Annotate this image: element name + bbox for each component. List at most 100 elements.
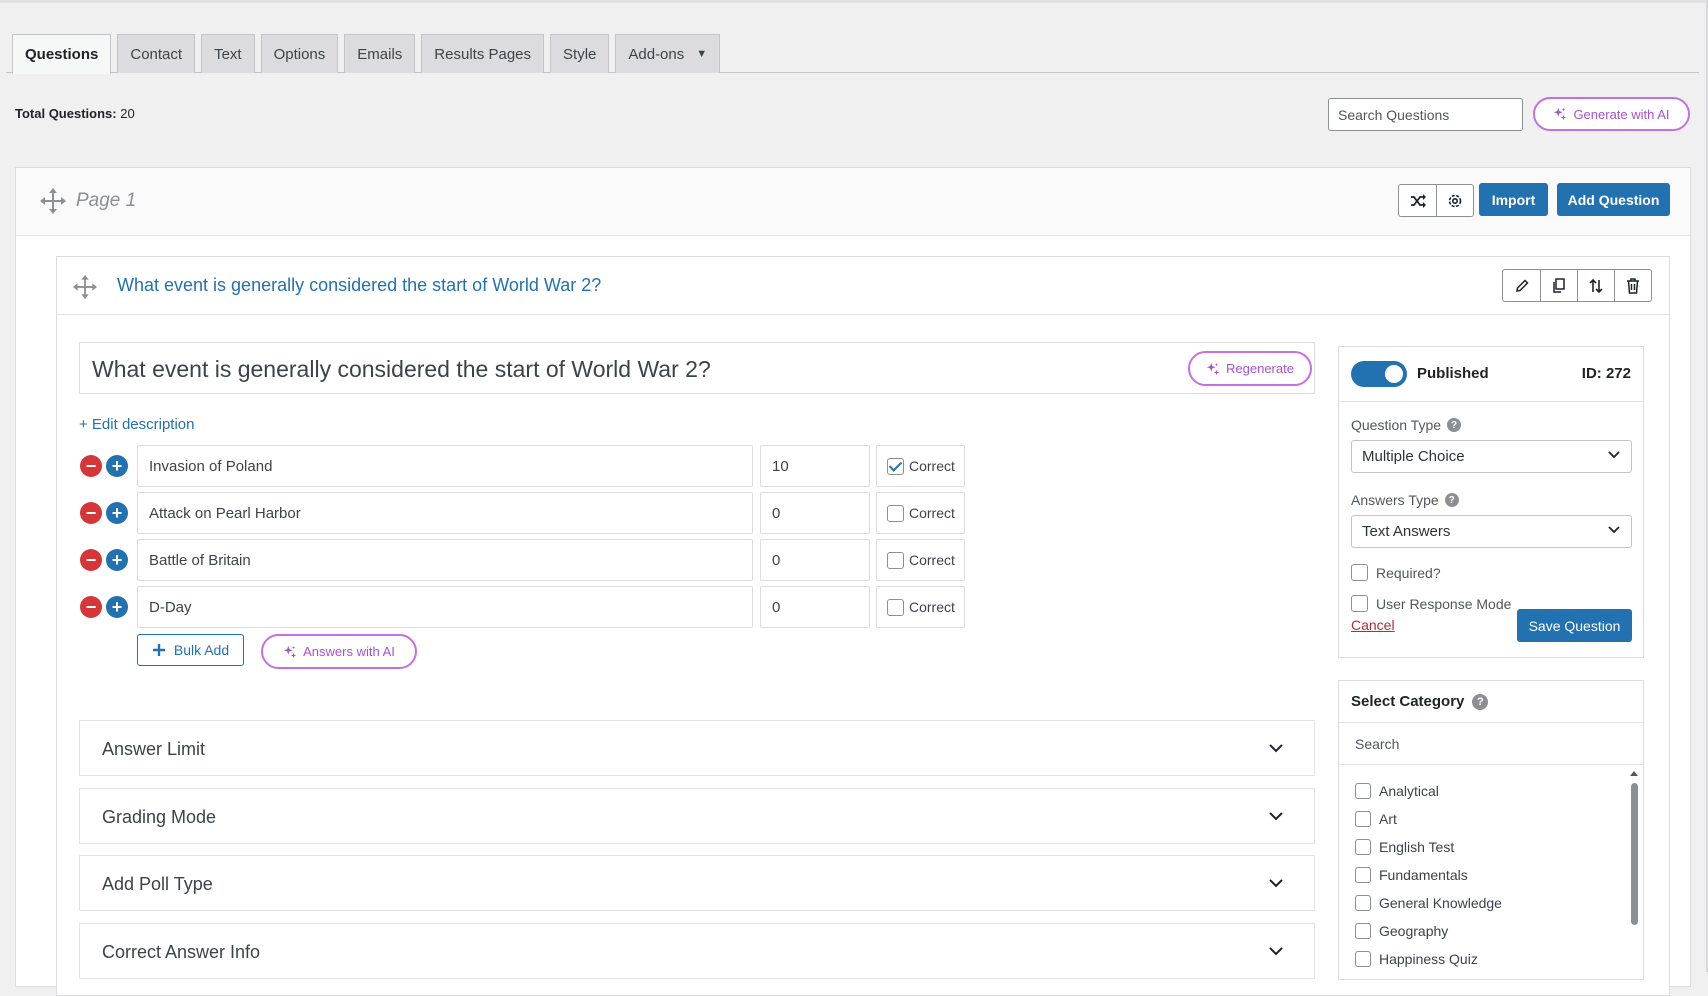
shuffle-button[interactable]	[1399, 185, 1436, 216]
tab-contact[interactable]: Contact	[117, 34, 196, 73]
checkbox-icon	[1355, 783, 1371, 799]
category-search-input[interactable]	[1339, 723, 1643, 765]
edit-question-button[interactable]	[1503, 270, 1540, 301]
answer-text-field[interactable]: Attack on Pearl Harbor	[137, 492, 753, 534]
page-settings-button[interactable]	[1436, 185, 1473, 216]
accordion-label: Correct Answer Info	[102, 942, 261, 962]
tab-label: Contact	[130, 45, 183, 63]
duplicate-question-button[interactable]	[1540, 270, 1577, 301]
answer-text: Invasion of Poland	[149, 457, 273, 475]
published-toggle[interactable]	[1351, 361, 1407, 387]
move-handle-icon[interactable]	[73, 275, 97, 299]
remove-answer-button[interactable]: −	[80, 455, 102, 477]
correct-checkbox[interactable]: Correct	[876, 539, 965, 581]
tab-questions[interactable]: Questions	[12, 34, 112, 74]
remove-answer-button[interactable]: −	[80, 549, 102, 571]
required-checkbox[interactable]: Required?	[1351, 564, 1441, 581]
checkbox-label: User Response Mode	[1376, 595, 1512, 612]
accordion-add-poll-type[interactable]: Add Poll Type	[79, 855, 1315, 911]
delete-question-button[interactable]	[1614, 270, 1651, 301]
regenerate-label: Regenerate	[1226, 361, 1294, 376]
total-label: Total Questions:	[15, 106, 117, 121]
save-question-button[interactable]: Save Question	[1517, 609, 1632, 642]
generate-ai-label: Generate with AI	[1573, 106, 1670, 122]
answer-row: − + Invasion of Poland 10 Correct	[80, 445, 970, 487]
answer-points: 0	[772, 598, 781, 616]
answer-text-field[interactable]: D-Day	[137, 586, 753, 628]
bulk-add-button[interactable]: Bulk Add	[137, 634, 244, 666]
regenerate-button[interactable]: Regenerate	[1188, 351, 1312, 386]
move-handle-icon[interactable]	[40, 188, 66, 214]
correct-checkbox[interactable]: Correct	[876, 445, 965, 487]
accordion-label: Grading Mode	[102, 807, 217, 827]
answer-text-field[interactable]: Battle of Britain	[137, 539, 753, 581]
scroll-up-arrow-icon[interactable]	[1630, 771, 1638, 776]
tab-add-ons[interactable]: Add-ons ▼	[615, 34, 721, 73]
add-answer-button[interactable]: +	[106, 596, 128, 618]
chevron-down-icon	[1269, 744, 1283, 753]
user-response-mode-checkbox[interactable]: User Response Mode	[1351, 595, 1511, 612]
accordion-correct-answer-info[interactable]: Correct Answer Info	[79, 923, 1315, 979]
answers-with-ai-button[interactable]: Answers with AI	[261, 634, 417, 669]
import-button[interactable]: Import	[1479, 183, 1548, 216]
accordion-grading-mode[interactable]: Grading Mode	[79, 788, 1315, 844]
question-type-select[interactable]: Multiple Choice	[1351, 440, 1632, 473]
checkbox-checked-icon	[887, 457, 904, 475]
tab-options[interactable]: Options	[260, 34, 339, 73]
tab-emails[interactable]: Emails	[344, 34, 416, 73]
save-label: Save Question	[1528, 617, 1621, 634]
sparkle-icon	[283, 645, 297, 658]
tab-label: Options	[273, 45, 326, 63]
help-icon[interactable]: ?	[1447, 418, 1462, 432]
add-question-button[interactable]: Add Question	[1557, 183, 1670, 216]
help-icon[interactable]: ?	[1444, 493, 1459, 507]
category-item[interactable]: Art	[1355, 805, 1502, 833]
category-item[interactable]: Fundamentals	[1355, 861, 1502, 889]
add-answer-button[interactable]: +	[106, 502, 128, 524]
remove-answer-button[interactable]: −	[80, 502, 102, 524]
add-answer-button[interactable]: +	[106, 455, 128, 477]
category-item[interactable]: English Test	[1355, 833, 1502, 861]
answer-text-field[interactable]: Invasion of Poland	[137, 445, 753, 487]
answer-points-field[interactable]: 0	[760, 492, 870, 534]
bulk-add-label: Bulk Add	[173, 642, 230, 658]
correct-checkbox[interactable]: Correct	[876, 586, 965, 628]
scrollbar-thumb[interactable]	[1631, 783, 1638, 925]
generate-with-ai-button[interactable]: Generate with AI	[1533, 97, 1690, 131]
answers-type-select[interactable]: Text Answers	[1351, 515, 1632, 548]
move-question-button[interactable]	[1577, 270, 1614, 301]
tab-style[interactable]: Style	[550, 34, 610, 73]
remove-answer-button[interactable]: −	[80, 596, 102, 618]
published-label: Published	[1417, 365, 1489, 382]
question-title[interactable]: What event is generally considered the s…	[117, 275, 601, 296]
question-settings-panel: Published ID: 272 Question Type? Multipl…	[1338, 346, 1644, 658]
question-text: What event is generally considered the s…	[92, 356, 711, 382]
checkbox-icon	[1355, 923, 1371, 939]
page-header: Page 1 Import Add Question	[16, 168, 1690, 236]
accordion-answer-limit[interactable]: Answer Limit	[79, 720, 1315, 776]
tab-results-pages[interactable]: Results Pages	[421, 34, 545, 73]
accordion-label: Add Poll Type	[102, 874, 213, 894]
edit-description-link[interactable]: + Edit description	[79, 416, 194, 433]
plus-icon	[152, 644, 165, 656]
checkbox-icon	[887, 504, 904, 522]
category-item[interactable]: Geography	[1355, 917, 1502, 945]
question-text-field[interactable]: What event is generally considered the s…	[79, 342, 1315, 394]
correct-label: Correct	[909, 505, 955, 521]
answers-ai-label: Answers with AI	[303, 644, 395, 659]
tab-label: Questions	[25, 46, 99, 63]
search-questions-input[interactable]	[1328, 98, 1523, 131]
help-icon[interactable]: ?	[1472, 693, 1489, 710]
add-answer-button[interactable]: +	[106, 549, 128, 571]
cancel-link[interactable]: Cancel	[1351, 617, 1395, 633]
tab-text[interactable]: Text	[201, 34, 255, 73]
answer-points-field[interactable]: 10	[760, 445, 870, 487]
correct-checkbox[interactable]: Correct	[876, 492, 965, 534]
answer-points-field[interactable]: 0	[760, 539, 870, 581]
category-item[interactable]: Happiness Quiz	[1355, 945, 1502, 973]
category-item[interactable]: Analytical	[1355, 777, 1502, 805]
answer-row: − + Attack on Pearl Harbor 0 Correct	[80, 492, 970, 534]
answer-points-field[interactable]: 0	[760, 586, 870, 628]
answer-text: Battle of Britain	[149, 551, 251, 569]
category-item[interactable]: General Knowledge	[1355, 889, 1502, 917]
